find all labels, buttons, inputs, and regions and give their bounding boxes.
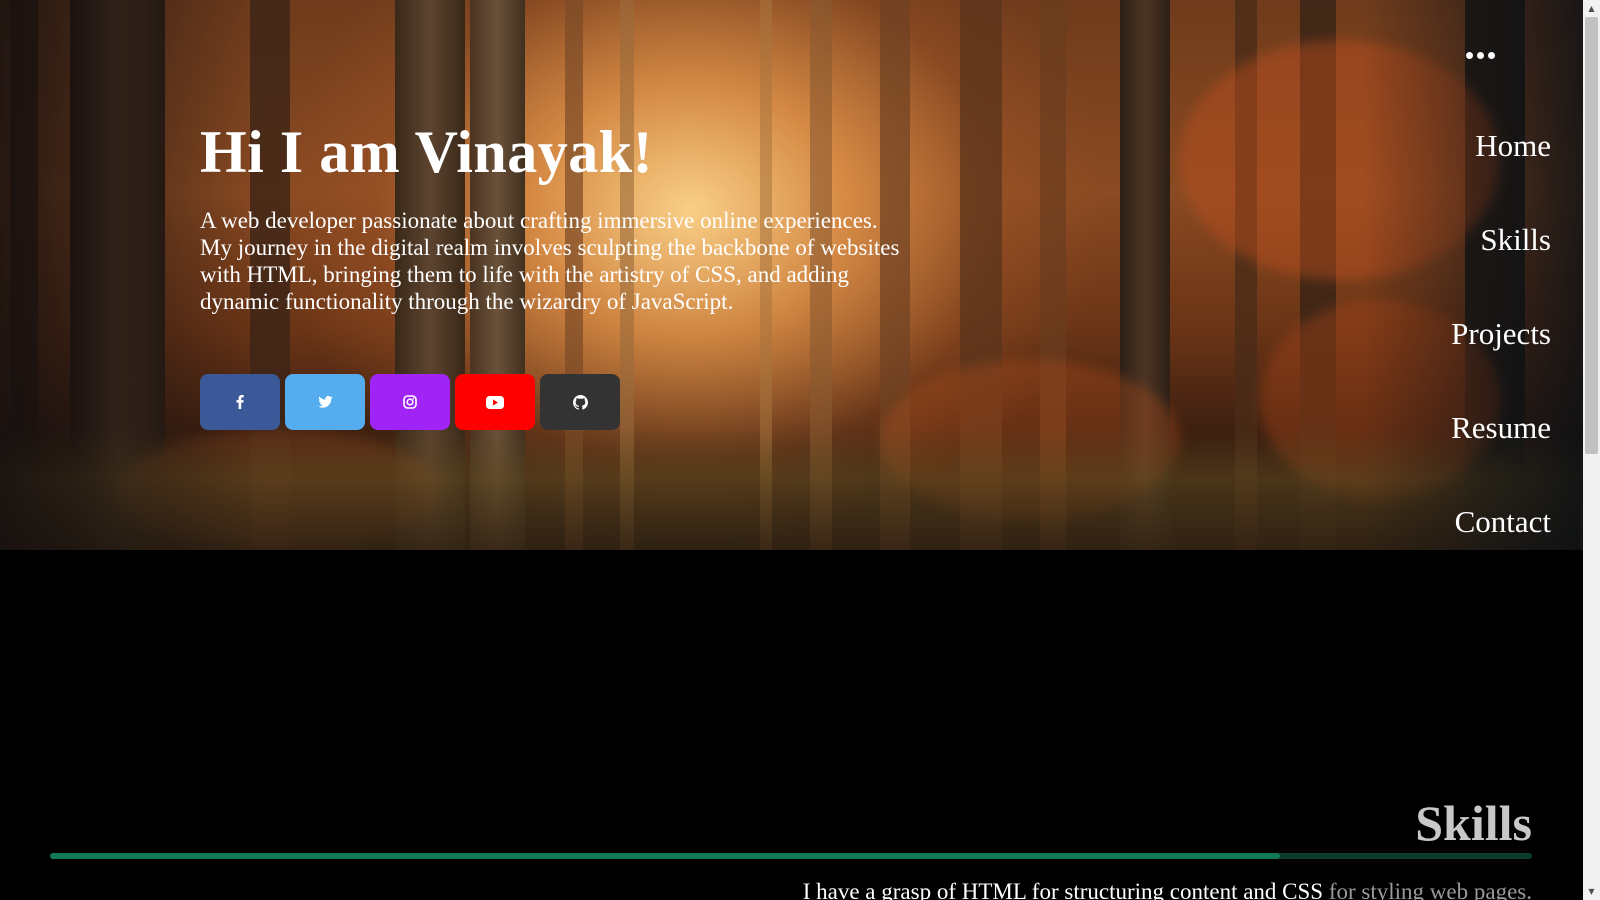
vertical-scrollbar[interactable]: ▲ ▼ [1583,0,1600,900]
hero-section: Hi I am Vinayak! A web developer passion… [0,0,1583,550]
instagram-icon [403,395,417,409]
more-horizontal-icon[interactable] [1466,48,1498,62]
facebook-icon [236,395,244,409]
skills-progress-fill [50,853,1281,859]
nav-item-home[interactable]: Home [1475,128,1551,164]
youtube-button[interactable] [455,374,535,430]
nav-item-contact[interactable]: Contact [1455,504,1551,540]
twitter-button[interactable] [285,374,365,430]
skills-description-faded: for styling web pages. [1323,879,1532,900]
skills-progress-bar [50,853,1532,859]
nav-item-projects[interactable]: Projects [1451,316,1551,352]
page: Hi I am Vinayak! A web developer passion… [0,0,1583,900]
facebook-button[interactable] [200,374,280,430]
scroll-up-arrow-icon[interactable]: ▲ [1583,0,1600,17]
github-button[interactable] [540,374,620,430]
social-links [200,374,620,430]
nav-item-skills[interactable]: Skills [1480,222,1551,258]
scroll-down-arrow-icon[interactable]: ▼ [1583,883,1600,900]
twitter-icon [317,396,333,408]
nav-item-resume[interactable]: Resume [1451,410,1551,446]
hero-title: Hi I am Vinayak! [200,119,654,185]
scrollbar-thumb[interactable] [1585,17,1598,454]
shade [1363,0,1583,550]
instagram-button[interactable] [370,374,450,430]
skills-description: I have a grasp of HTML for structuring c… [803,878,1532,900]
hero-description: A web developer passionate about craftin… [200,208,900,314]
skills-heading: Skills [1415,795,1532,851]
github-icon [572,394,588,410]
youtube-icon [486,395,504,409]
skills-description-main: I have a grasp of HTML for structuring c… [802,879,1324,900]
